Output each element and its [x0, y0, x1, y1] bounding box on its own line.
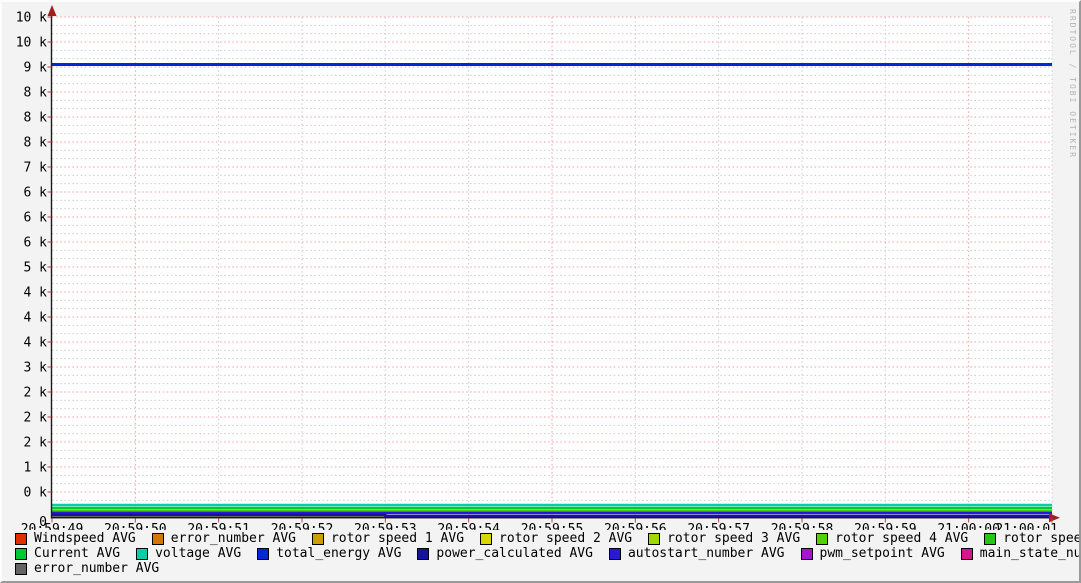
legend-item: rotor speed 4 AVG — [816, 531, 968, 546]
legend-item: autostart_number AVG — [609, 546, 785, 561]
y-tick-label: 6 k — [24, 211, 48, 226]
legend-label: power_calculated AVG — [436, 546, 593, 561]
y-tick-label: 2 k — [24, 411, 48, 426]
y-tick-label: 10 k — [16, 36, 47, 51]
x-tick-label: 20:59:58 — [771, 522, 834, 530]
watermark-text: RRDTOOL / TOBI OETIKER — [1068, 9, 1077, 159]
y-tick-label: 7 k — [24, 161, 48, 176]
legend: Windspeed AVG error_number AVG rotor speed… — [15, 531, 1081, 576]
legend-label: rotor speed 4 AVG — [835, 531, 968, 546]
y-tick-label: 1 k — [24, 461, 48, 476]
legend-swatch-icon — [152, 533, 164, 545]
y-tick-label: 4 k — [24, 336, 48, 351]
legend-label: Windspeed AVG — [34, 531, 136, 546]
legend-swatch-icon — [984, 533, 996, 545]
legend-swatch-icon — [136, 548, 148, 560]
legend-item: total_energy AVG — [257, 546, 401, 561]
legend-row: Windspeed AVG error_number AVG rotor speed… — [15, 531, 1081, 546]
y-tick-label: 5 k — [24, 261, 48, 276]
x-tick-label: 21:00:00 — [937, 522, 1000, 530]
x-tick-label: 21:00:01 — [995, 522, 1058, 530]
legend-swatch-icon — [15, 548, 27, 560]
y-tick-label: 4 k — [24, 311, 48, 326]
legend-swatch-icon — [15, 533, 27, 545]
y-tick-label: 9 k — [24, 61, 48, 76]
legend-item: rotor speed 2 AVG — [480, 531, 632, 546]
legend-swatch-icon — [609, 548, 621, 560]
y-tick-label: 8 k — [24, 136, 48, 151]
legend-row: error_number AVG — [15, 561, 1081, 576]
y-tick-label: 10 k — [16, 11, 47, 26]
legend-label: Current AVG — [34, 546, 120, 561]
legend-item: error_number AVG — [152, 531, 296, 546]
legend-item: power_calculated AVG — [417, 546, 593, 561]
legend-label: error_number AVG — [171, 531, 296, 546]
legend-swatch-icon — [15, 563, 27, 575]
legend-label: main_state_number AVG — [980, 546, 1081, 561]
legend-swatch-icon — [257, 548, 269, 560]
legend-swatch-icon — [961, 548, 973, 560]
legend-item: rotor speed 1 AVG — [312, 531, 464, 546]
y-tick-label: 0 k — [24, 486, 48, 501]
y-tick-label: 2 k — [24, 386, 48, 401]
legend-swatch-icon — [480, 533, 492, 545]
legend-label: voltage AVG — [155, 546, 241, 561]
y-tick-label: 8 k — [24, 111, 48, 126]
x-tick-label: 20:59:54 — [437, 522, 500, 530]
x-tick-label: 20:59:53 — [354, 522, 417, 530]
legend-swatch-icon — [648, 533, 660, 545]
legend-swatch-icon — [816, 533, 828, 545]
rrdtool-graph-window: 10 k 10 k 9 k 8 k 8 k 8 k 7 k 6 k 6 k 6 k 5 k 4 k 4 … — [0, 0, 1081, 583]
legend-item: Current AVG — [15, 546, 120, 561]
y-tick-label: 4 k — [24, 286, 48, 301]
x-tick-label: 20:59:49 — [21, 522, 84, 530]
x-tick-label: 20:59:56 — [604, 522, 667, 530]
legend-label: total_energy AVG — [276, 546, 401, 561]
y-axis-arrow-icon — [48, 5, 57, 16]
legend-item: pwm_setpoint AVG — [801, 546, 945, 561]
x-tick-label: 20:59:50 — [104, 522, 167, 530]
legend-label: rotor speed 2 AVG — [499, 531, 632, 546]
legend-item: main_state_number AVG — [961, 546, 1081, 561]
legend-item: error_number AVG — [15, 561, 159, 576]
legend-swatch-icon — [801, 548, 813, 560]
y-tick-label: 2 k — [24, 436, 48, 451]
legend-label: rotor speed 1 AVG — [331, 531, 464, 546]
x-axis-arrow-icon — [1049, 513, 1060, 522]
legend-swatch-icon — [417, 548, 429, 560]
legend-item: voltage AVG — [136, 546, 241, 561]
legend-label: rotor speed 5 AVG — [1003, 531, 1081, 546]
x-tick-label: 20:59:55 — [521, 522, 584, 530]
legend-swatch-icon — [312, 533, 324, 545]
series-power_calculated — [52, 515, 1052, 516]
y-tick-label: 6 k — [24, 186, 48, 201]
x-tick-label: 20:59:51 — [187, 522, 250, 530]
y-tick-label: 6 k — [24, 236, 48, 251]
legend-row: Current AVG voltage AVG total_energy AVG po… — [15, 546, 1081, 561]
x-tick-label: 20:59:59 — [854, 522, 917, 530]
legend-label: autostart_number AVG — [628, 546, 785, 561]
y-tick-label: 3 k — [24, 361, 48, 376]
legend-item: Windspeed AVG — [15, 531, 136, 546]
legend-label: rotor speed 3 AVG — [667, 531, 800, 546]
chart-canvas: 10 k 10 k 9 k 8 k 8 k 8 k 7 k 6 k 6 k 6 k 5 k 4 k 4 … — [2, 2, 1081, 530]
legend-item: rotor speed 5 AVG — [984, 531, 1081, 546]
x-tick-label: 20:59:57 — [687, 522, 750, 530]
legend-label: error_number AVG — [34, 561, 159, 576]
x-tick-label: 20:59:52 — [271, 522, 334, 530]
legend-item: rotor speed 3 AVG — [648, 531, 800, 546]
y-tick-label: 8 k — [24, 86, 48, 101]
legend-label: pwm_setpoint AVG — [820, 546, 945, 561]
